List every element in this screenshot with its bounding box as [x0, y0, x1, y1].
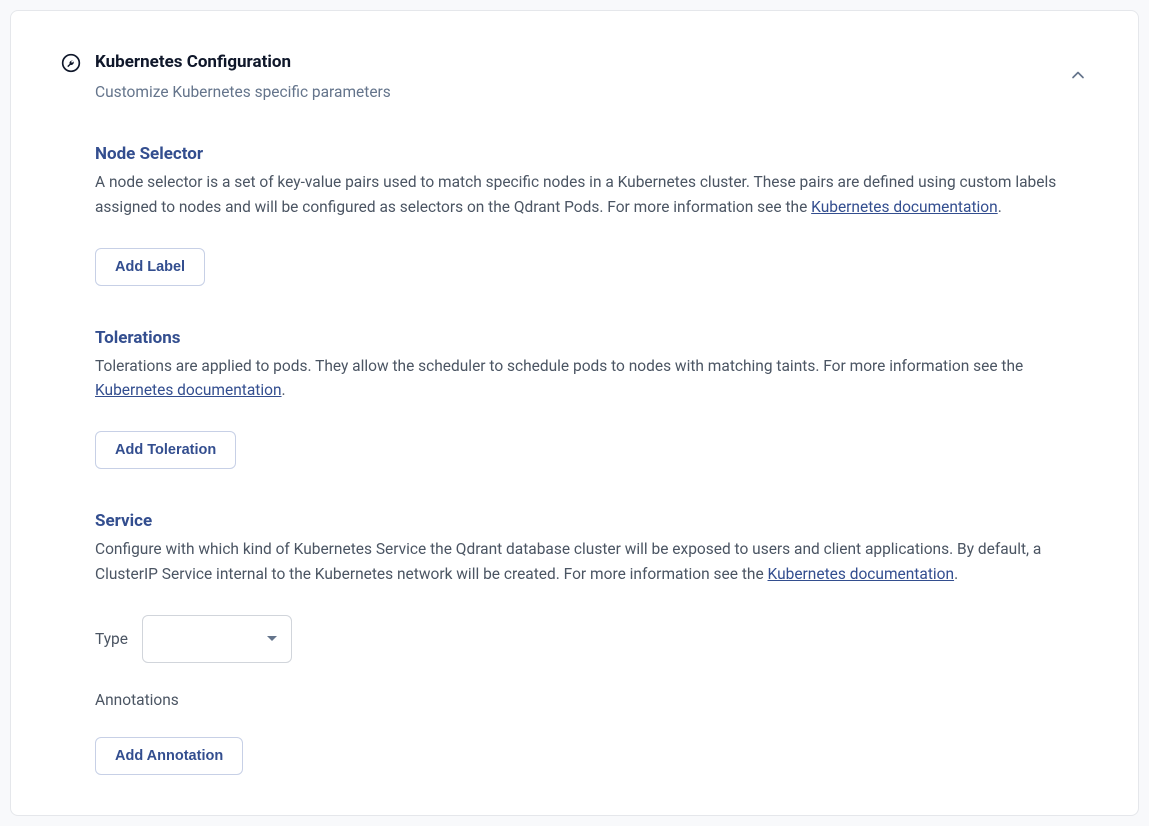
- page-subtitle: Customize Kubernetes specific parameters: [95, 81, 391, 104]
- tolerations-desc: Tolerations are applied to pods. They al…: [95, 354, 1088, 404]
- add-toleration-button[interactable]: Add Toleration: [95, 431, 236, 469]
- service-desc: Configure with which kind of Kubernetes …: [95, 537, 1088, 587]
- header-left: Kubernetes Configuration Customize Kuber…: [61, 51, 391, 104]
- kubernetes-config-card: Kubernetes Configuration Customize Kuber…: [10, 10, 1139, 816]
- add-label-button[interactable]: Add Label: [95, 248, 205, 286]
- page-title: Kubernetes Configuration: [95, 51, 391, 75]
- service-type-label: Type: [95, 630, 128, 648]
- card-header: Kubernetes Configuration Customize Kuber…: [61, 51, 1088, 104]
- service-desc-end: .: [954, 565, 958, 583]
- tolerations-desc-end: .: [282, 381, 286, 399]
- chevron-up-icon[interactable]: [1068, 65, 1088, 85]
- service-type-row: Type: [95, 615, 1088, 663]
- tolerations-desc-text: Tolerations are applied to pods. They al…: [95, 357, 1023, 375]
- node-selector-section: Node Selector A node selector is a set o…: [95, 144, 1088, 286]
- tolerations-doc-link[interactable]: Kubernetes documentation: [95, 381, 282, 399]
- dropdown-arrow-icon: [267, 636, 277, 641]
- annotations-label: Annotations: [95, 691, 1088, 709]
- header-text: Kubernetes Configuration Customize Kuber…: [95, 51, 391, 104]
- tolerations-section: Tolerations Tolerations are applied to p…: [95, 328, 1088, 470]
- wrench-icon: [61, 53, 81, 73]
- node-selector-desc-end: .: [998, 198, 1002, 216]
- node-selector-title: Node Selector: [95, 144, 1088, 164]
- service-doc-link[interactable]: Kubernetes documentation: [768, 565, 955, 583]
- node-selector-doc-link[interactable]: Kubernetes documentation: [811, 198, 998, 216]
- node-selector-desc: A node selector is a set of key-value pa…: [95, 170, 1088, 220]
- add-annotation-button[interactable]: Add Annotation: [95, 737, 243, 775]
- card-body: Node Selector A node selector is a set o…: [61, 144, 1088, 775]
- service-section: Service Configure with which kind of Kub…: [95, 511, 1088, 775]
- tolerations-title: Tolerations: [95, 328, 1088, 348]
- service-type-select[interactable]: [142, 615, 292, 663]
- service-title: Service: [95, 511, 1088, 531]
